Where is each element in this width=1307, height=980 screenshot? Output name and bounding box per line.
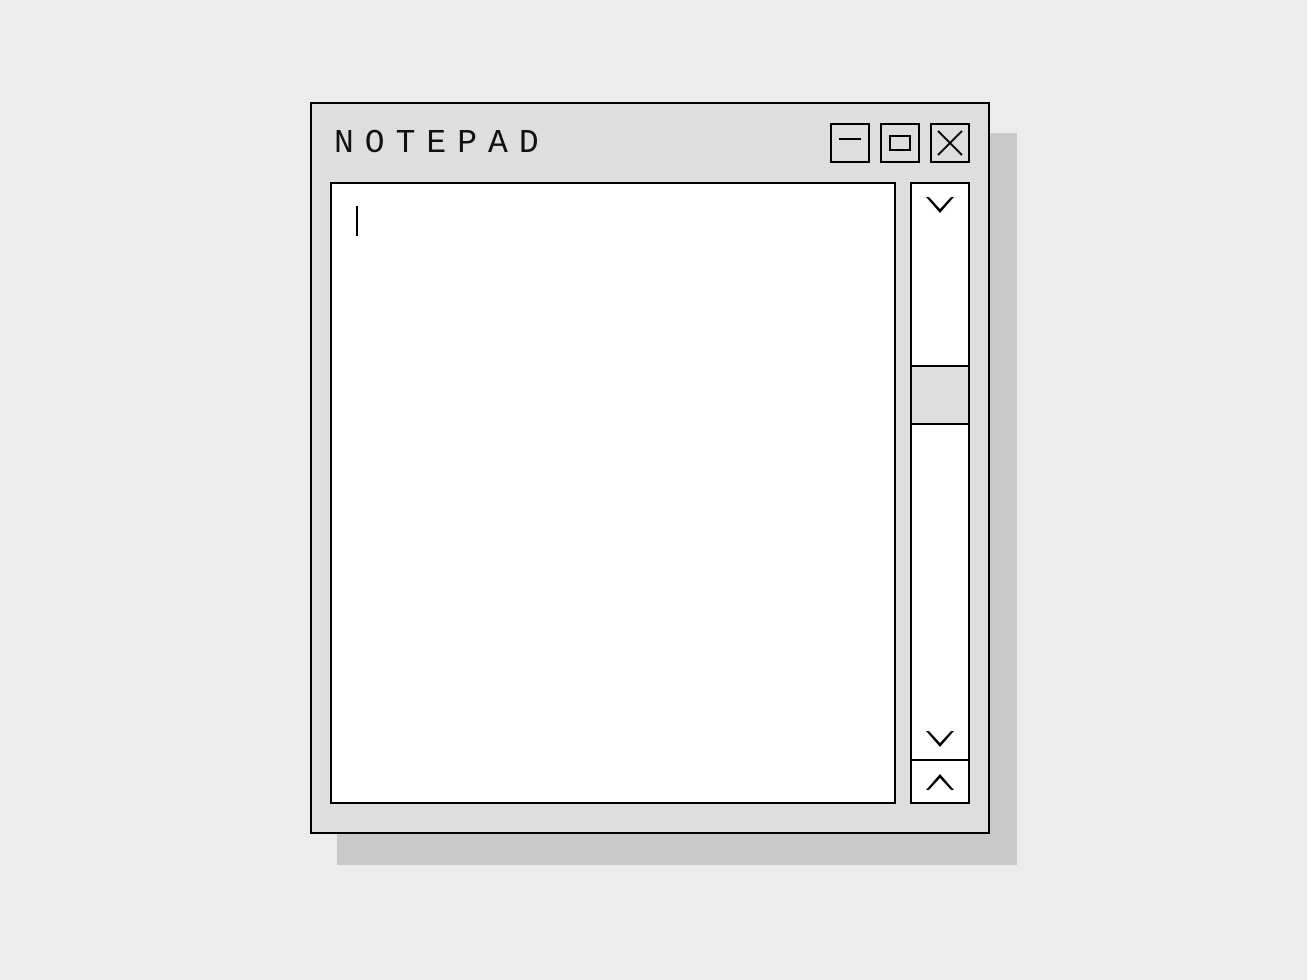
close-button[interactable] [930, 123, 970, 163]
scrollbar-track[interactable] [910, 225, 970, 718]
minimize-icon [839, 138, 861, 140]
maximize-button[interactable] [880, 123, 920, 163]
content-area [330, 182, 970, 804]
scroll-down-button-2[interactable] [910, 716, 970, 761]
vertical-scrollbar [910, 182, 970, 804]
window-buttons [830, 123, 970, 163]
chevron-up-icon [926, 774, 954, 790]
text-cursor-icon [356, 206, 358, 236]
minimize-button[interactable] [830, 123, 870, 163]
notepad-window: NOTEPAD [310, 102, 990, 834]
scroll-up-button[interactable] [910, 759, 970, 804]
text-editor[interactable] [330, 182, 896, 804]
titlebar[interactable]: NOTEPAD [312, 104, 988, 182]
chevron-down-icon [926, 197, 954, 213]
window-title: NOTEPAD [334, 125, 550, 162]
scroll-down-button[interactable] [910, 182, 970, 227]
chevron-down-icon [926, 731, 954, 747]
maximize-icon [889, 135, 911, 151]
